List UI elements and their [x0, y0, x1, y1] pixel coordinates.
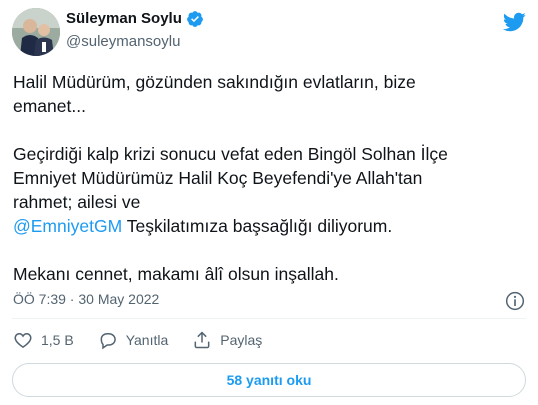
twitter-bird-icon[interactable]: [502, 10, 526, 34]
author-name-row[interactable]: Süleyman Soylu: [66, 9, 204, 29]
like-count: 1,5 B: [41, 332, 74, 348]
info-icon[interactable]: [505, 291, 525, 311]
reply-bubble-icon: [100, 333, 116, 350]
author-block[interactable]: Süleyman Soylu @suleymansoylu: [66, 9, 204, 52]
tweet-actions: 1,5 B Yanıtla Paylaş: [13, 330, 286, 350]
tweet-line: emanet...: [13, 96, 86, 116]
tweet-line: @EmniyetGM Teşkilatımıza başsağlığı dili…: [13, 214, 528, 238]
read-replies-button[interactable]: 58 yanıtı oku: [12, 363, 526, 397]
tweet-line: rahmet; ailesi ve: [13, 192, 141, 212]
tweet-text: Halil Müdürüm, gözünden sakındığın evlat…: [13, 70, 528, 286]
read-replies-label: 58 yanıtı oku: [226, 372, 312, 388]
tweet-line-rest: Teşkilatımıza başsağlığı diliyorum.: [122, 216, 393, 236]
avatar[interactable]: [12, 8, 60, 56]
tweet-line: Mekanı cennet, makamı âlî olsun inşallah…: [13, 264, 339, 284]
tweet-timestamp[interactable]: ÖÖ 7:39 · 30 May 2022: [13, 291, 159, 307]
like-button[interactable]: 1,5 B: [13, 330, 74, 350]
tweet-line: Geçirdiği kalp krizi sonucu vefat eden B…: [13, 144, 448, 164]
reply-button[interactable]: Yanıtla: [98, 330, 169, 350]
tweet-line: Emniyet Müdürümüz Halil Koç Beyefendi'ye…: [13, 168, 423, 188]
tweet-meta: ÖÖ 7:39 · 30 May 2022: [13, 291, 159, 307]
author-display-name[interactable]: Süleyman Soylu: [66, 9, 182, 29]
avatar-photo: [12, 8, 60, 56]
share-icon: [194, 331, 210, 349]
verified-badge-icon: [186, 11, 203, 27]
share-label: Paylaş: [220, 332, 263, 348]
author-handle[interactable]: @suleymansoylu: [66, 32, 204, 52]
heart-icon: [14, 332, 32, 348]
tweet-line: Halil Müdürüm, gözünden sakındığın evlat…: [13, 72, 416, 92]
share-button[interactable]: Paylaş: [192, 330, 262, 350]
mention-link[interactable]: @EmniyetGM: [13, 216, 122, 236]
divider: [12, 318, 526, 319]
reply-label: Yanıtla: [125, 332, 169, 348]
